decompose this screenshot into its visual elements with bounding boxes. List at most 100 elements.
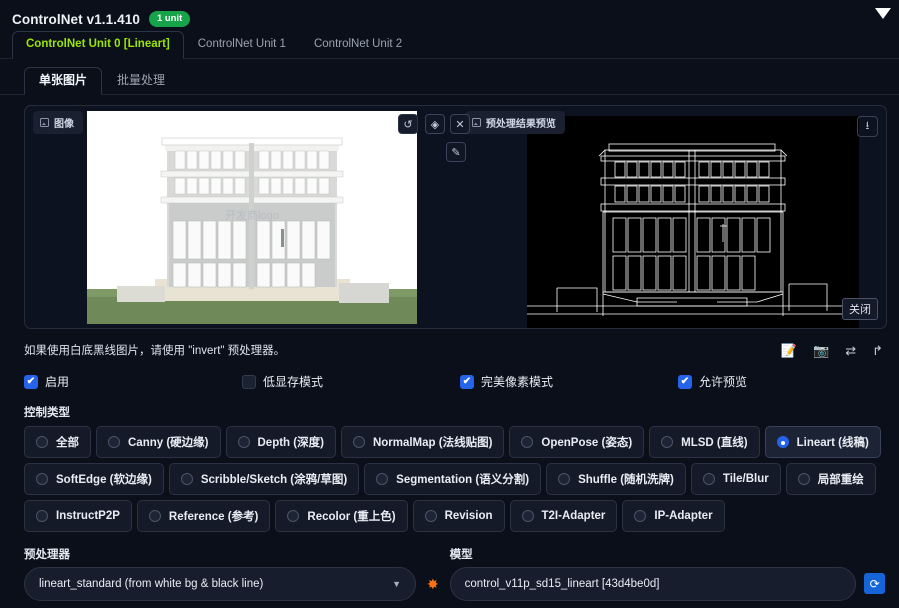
checkbox-allow-preview-box[interactable]: ✔ <box>678 374 692 389</box>
radio-inpaint-dot[interactable] <box>797 473 810 485</box>
radio-segmentation-dot[interactable] <box>376 473 389 485</box>
radio-depth-dot[interactable] <box>237 436 250 448</box>
checkbox-low-vram-box[interactable] <box>242 374 256 389</box>
preprocessor-field: 预处理器 lineart_standard (from white bg & b… <box>24 546 417 601</box>
preview-close-button[interactable]: 关闭 <box>841 298 878 320</box>
invert-hint-text: 如果使用白底黑线图片，请使用 "invert" 预处理器。 <box>24 345 286 357</box>
checkbox-pixel-perfect-box[interactable]: ✔ <box>460 374 474 389</box>
checkbox-enable[interactable]: ✔ 启用 <box>24 373 242 390</box>
control-type-label: 控制类型 <box>24 407 70 419</box>
panel-header: ControlNet v1.1.410 1 unit <box>0 0 899 31</box>
camera-icon[interactable]: 📷 <box>813 344 829 357</box>
star-burst-icon[interactable]: ✸ <box>422 567 444 601</box>
model-value: control_v11p_sd15_lineart [43d4be0d] <box>464 578 660 590</box>
radio-lineart[interactable]: Lineart (线稿) <box>764 426 881 458</box>
source-image-canvas[interactable]: 开发商logo <box>87 111 417 324</box>
checkbox-pixel-perfect[interactable]: ✔ 完美像素模式 <box>460 373 678 390</box>
radio-inpaint[interactable]: 局部重绘 <box>785 463 876 495</box>
checkbox-low-vram-label: 低显存模式 <box>263 375 324 389</box>
tab-controlnet-unit-0[interactable]: ControlNet Unit 0 [Lineart] <box>12 31 184 59</box>
control-type-row-2: SoftEdge (软边缘) Scribble/Sketch (涂鸦/草图) S… <box>24 463 885 495</box>
radio-reference[interactable]: Reference (参考) <box>136 500 271 532</box>
preview-image-pane[interactable]: 预处理结果预览 ⭳ 关闭 <box>447 106 886 328</box>
radio-openpose-dot[interactable] <box>521 436 534 448</box>
triangle-down-icon[interactable] <box>875 8 891 19</box>
radio-revision[interactable]: Revision <box>412 500 505 532</box>
radio-t2i-adapter-dot[interactable] <box>521 510 534 522</box>
radio-shuffle-dot[interactable] <box>558 473 571 485</box>
radio-ip-adapter-dot[interactable] <box>634 510 647 522</box>
radio-depth[interactable]: Depth (深度) <box>225 426 336 458</box>
radio-ip-adapter[interactable]: IP-Adapter <box>622 500 725 532</box>
checkbox-allow-preview-label: 允许预览 <box>699 375 748 389</box>
image-icon <box>471 118 481 127</box>
arrow-return-icon[interactable]: ↱ <box>872 344 883 357</box>
source-image-label: 图像 <box>33 111 83 134</box>
tab-controlnet-unit-2[interactable]: ControlNet Unit 2 <box>300 31 416 58</box>
brush-icon[interactable]: ✎ <box>446 142 466 162</box>
control-type-row-3: InstructP2P Reference (参考) Recolor (重上色)… <box>24 500 885 532</box>
radio-scribble-sketch[interactable]: Scribble/Sketch (涂鸦/草图) <box>168 463 360 495</box>
control-type-row-1: 全部 Canny (硬边缘) Depth (深度) NormalMap (法线贴… <box>24 426 885 458</box>
download-icon[interactable]: ⭳ <box>856 116 878 137</box>
checkbox-enable-label: 启用 <box>45 375 70 389</box>
radio-shuffle[interactable]: Shuffle (随机洗牌) <box>546 463 686 495</box>
brush-toolbar: ✎ <box>446 142 466 162</box>
preprocessor-label: 预处理器 <box>24 549 70 561</box>
radio-canny[interactable]: Canny (硬边缘) <box>96 426 221 458</box>
controlnet-panel: ControlNet v1.1.410 1 unit ControlNet Un… <box>0 0 899 608</box>
radio-tile-blur[interactable]: Tile/Blur <box>690 463 781 495</box>
close-icon[interactable]: ✕ <box>450 114 470 134</box>
radio-normalmap[interactable]: NormalMap (法线贴图) <box>340 426 505 458</box>
image-panel: 图像 开发商logo ↺ ◈ ✕ ✎ 预处理结果预览 ⭳ 关闭 <box>24 105 887 329</box>
radio-segmentation[interactable]: Segmentation (语义分割) <box>364 463 542 495</box>
checkbox-pixel-perfect-label: 完美像素模式 <box>481 375 554 389</box>
radio-mlsd-dot[interactable] <box>661 436 674 448</box>
note-edit-icon[interactable]: 📝 <box>781 344 797 357</box>
preview-image-label: 预处理结果预览 <box>464 111 565 134</box>
radio-normalmap-dot[interactable] <box>352 436 365 448</box>
radio-t2i-adapter[interactable]: T2I-Adapter <box>509 500 618 532</box>
radio-revision-dot[interactable] <box>424 510 437 522</box>
radio-instructp2p[interactable]: InstructP2P <box>24 500 132 532</box>
eraser-icon[interactable]: ◈ <box>425 114 445 134</box>
preprocessor-select[interactable]: lineart_standard (from white bg & black … <box>24 567 417 601</box>
radio-scribble-sketch-dot[interactable] <box>180 473 193 485</box>
model-field: 模型 control_v11p_sd15_lineart [43d4be0d] <box>449 546 857 601</box>
preview-image-canvas[interactable] <box>526 116 859 328</box>
radio-softedge[interactable]: SoftEdge (软边缘) <box>24 463 164 495</box>
radio-softedge-dot[interactable] <box>36 473 48 485</box>
checkbox-low-vram[interactable]: 低显存模式 <box>242 373 460 390</box>
radio-all-dot[interactable] <box>36 436 48 448</box>
model-selection-row: 预处理器 lineart_standard (from white bg & b… <box>24 546 885 601</box>
svg-text:开发商logo: 开发商logo <box>225 208 279 222</box>
control-type-radio-group: 全部 Canny (硬边缘) Depth (深度) NormalMap (法线贴… <box>24 426 885 532</box>
checkbox-enable-box[interactable]: ✔ <box>24 374 38 389</box>
radio-lineart-dot[interactable] <box>776 436 789 448</box>
hint-row: 如果使用白底黑线图片，请使用 "invert" 预处理器。 📝 📷 ⇄ ↱ <box>24 339 883 361</box>
radio-instructp2p-dot[interactable] <box>36 510 48 522</box>
unit-count-badge: 1 unit <box>148 11 191 27</box>
radio-openpose[interactable]: OpenPose (姿态) <box>509 426 645 458</box>
undo-icon[interactable]: ↺ <box>398 114 418 134</box>
radio-recolor-dot[interactable] <box>287 510 300 522</box>
radio-canny-dot[interactable] <box>108 436 120 448</box>
tab-controlnet-unit-1[interactable]: ControlNet Unit 1 <box>184 31 300 58</box>
tab-single-image[interactable]: 单张图片 <box>24 66 103 95</box>
swap-icon[interactable]: ⇄ <box>845 344 856 357</box>
source-image-toolbar: ↺ <box>398 114 418 134</box>
radio-all[interactable]: 全部 <box>24 426 91 458</box>
model-select[interactable]: control_v11p_sd15_lineart [43d4be0d] <box>449 567 857 601</box>
radio-tile-blur-dot[interactable] <box>702 473 715 485</box>
chevron-down-icon[interactable]: ▼ <box>392 579 401 589</box>
radio-mlsd[interactable]: MLSD (直线) <box>649 426 760 458</box>
unit-tab-bar: ControlNet Unit 0 [Lineart] ControlNet U… <box>0 31 899 59</box>
source-image-pane[interactable]: 图像 开发商logo ↺ ◈ ✕ ✎ <box>25 106 470 328</box>
radio-reference-dot[interactable] <box>148 510 161 522</box>
tab-batch-process[interactable]: 批量处理 <box>102 67 180 94</box>
radio-recolor[interactable]: Recolor (重上色) <box>275 500 408 532</box>
checkbox-allow-preview[interactable]: ✔ 允许预览 <box>678 373 747 390</box>
refresh-icon[interactable]: ⟳ <box>864 573 885 594</box>
options-row: ✔ 启用 低显存模式 ✔ 完美像素模式 ✔ 允许预览 <box>24 373 899 390</box>
page-title: ControlNet v1.1.410 <box>12 11 140 27</box>
